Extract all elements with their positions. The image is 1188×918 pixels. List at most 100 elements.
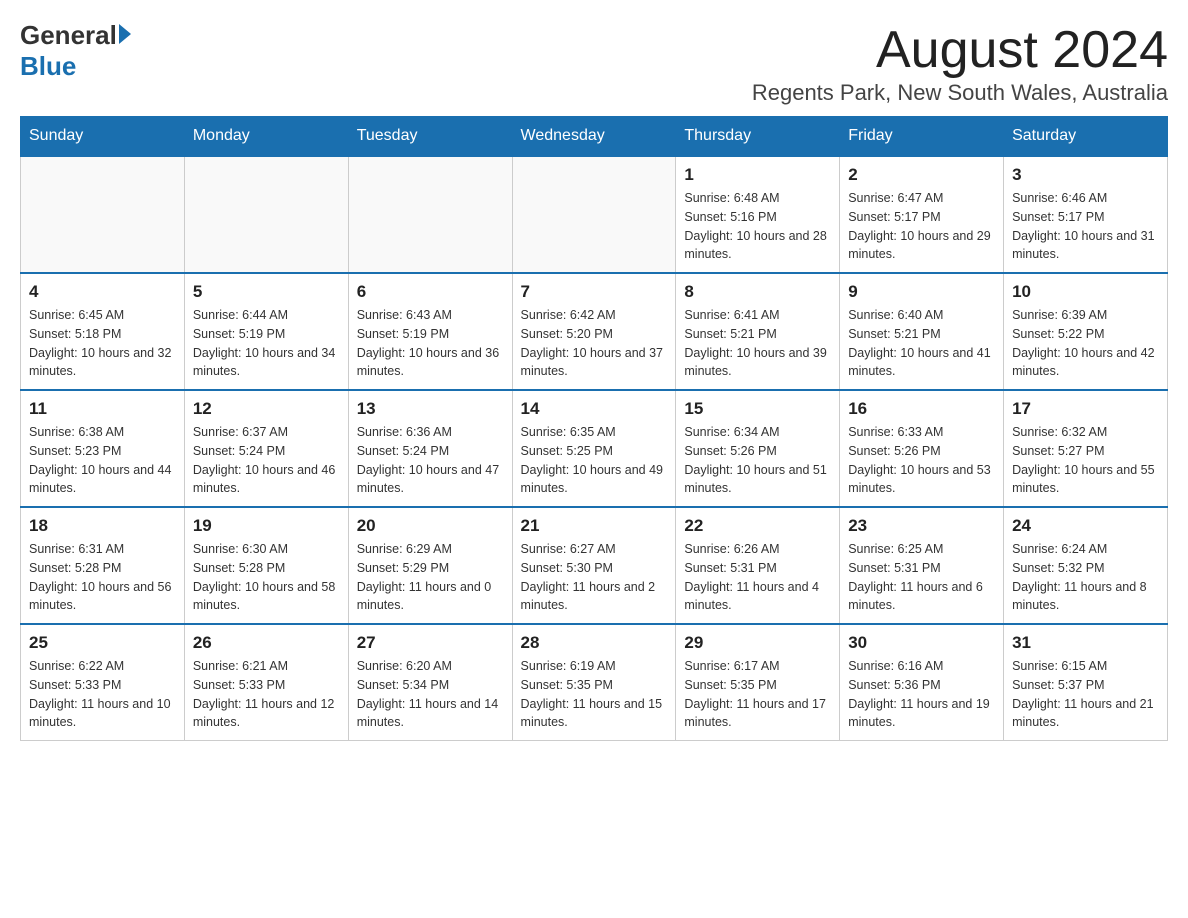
day-number: 15 [684, 399, 831, 419]
calendar-header-saturday: Saturday [1004, 117, 1168, 157]
day-info: Sunrise: 6:32 AM Sunset: 5:27 PM Dayligh… [1012, 423, 1159, 498]
day-number: 28 [521, 633, 668, 653]
day-number: 31 [1012, 633, 1159, 653]
day-number: 11 [29, 399, 176, 419]
calendar-cell: 7 Sunrise: 6:42 AM Sunset: 5:20 PM Daylig… [512, 273, 676, 390]
calendar-header-friday: Friday [840, 117, 1004, 157]
calendar-cell: 28 Sunrise: 6:19 AM Sunset: 5:35 PM Dayli… [512, 624, 676, 741]
calendar-cell: 14 Sunrise: 6:35 AM Sunset: 5:25 PM Dayli… [512, 390, 676, 507]
calendar-cell: 16Sunrise: 6:33 AM Sunset: 5:26 PM Dayli… [840, 390, 1004, 507]
day-info: Sunrise: 6:17 AM Sunset: 5:35 PM Dayligh… [684, 657, 831, 732]
calendar-cell: 3 Sunrise: 6:46 AM Sunset: 5:17 PM Daylig… [1004, 156, 1168, 273]
calendar-cell: 17 Sunrise: 6:32 AM Sunset: 5:27 PM Dayli… [1004, 390, 1168, 507]
calendar-cell: 24 Sunrise: 6:24 AM Sunset: 5:32 PM Dayli… [1004, 507, 1168, 624]
calendar-header-row: SundayMondayTuesdayWednesdayThursdayFrid… [21, 117, 1168, 157]
day-info: Sunrise: 6:39 AM Sunset: 5:22 PM Dayligh… [1012, 306, 1159, 381]
calendar-cell: 20 Sunrise: 6:29 AM Sunset: 5:29 PM Dayli… [348, 507, 512, 624]
day-number: 14 [521, 399, 668, 419]
calendar-cell: 12 Sunrise: 6:37 AM Sunset: 5:24 PM Dayli… [184, 390, 348, 507]
month-title: August 2024 [752, 20, 1168, 80]
day-number: 4 [29, 282, 176, 302]
calendar-cell: 23 Sunrise: 6:25 AM Sunset: 5:31 PM Dayli… [840, 507, 1004, 624]
calendar-header-monday: Monday [184, 117, 348, 157]
week-row-5: 25 Sunrise: 6:22 AM Sunset: 5:33 PM Dayli… [21, 624, 1168, 741]
calendar-cell [512, 156, 676, 273]
day-number: 2 [848, 165, 995, 185]
week-row-1: 1Sunrise: 6:48 AM Sunset: 5:16 PM Daylig… [21, 156, 1168, 273]
day-info: Sunrise: 6:42 AM Sunset: 5:20 PM Dayligh… [521, 306, 668, 381]
day-info: Sunrise: 6:24 AM Sunset: 5:32 PM Dayligh… [1012, 540, 1159, 615]
calendar-cell [348, 156, 512, 273]
day-info: Sunrise: 6:48 AM Sunset: 5:16 PM Dayligh… [684, 189, 831, 264]
week-row-3: 11 Sunrise: 6:38 AM Sunset: 5:23 PM Dayli… [21, 390, 1168, 507]
day-number: 24 [1012, 516, 1159, 536]
day-info: Sunrise: 6:35 AM Sunset: 5:25 PM Dayligh… [521, 423, 668, 498]
calendar-cell: 1Sunrise: 6:48 AM Sunset: 5:16 PM Daylig… [676, 156, 840, 273]
calendar-header-wednesday: Wednesday [512, 117, 676, 157]
day-number: 3 [1012, 165, 1159, 185]
day-info: Sunrise: 6:16 AM Sunset: 5:36 PM Dayligh… [848, 657, 995, 732]
day-info: Sunrise: 6:40 AM Sunset: 5:21 PM Dayligh… [848, 306, 995, 381]
day-info: Sunrise: 6:19 AM Sunset: 5:35 PM Dayligh… [521, 657, 668, 732]
day-number: 18 [29, 516, 176, 536]
day-info: Sunrise: 6:43 AM Sunset: 5:19 PM Dayligh… [357, 306, 504, 381]
title-section: August 2024 Regents Park, New South Wale… [752, 20, 1168, 106]
calendar-cell: 19 Sunrise: 6:30 AM Sunset: 5:28 PM Dayli… [184, 507, 348, 624]
calendar-cell: 31 Sunrise: 6:15 AM Sunset: 5:37 PM Dayli… [1004, 624, 1168, 741]
calendar-cell: 29 Sunrise: 6:17 AM Sunset: 5:35 PM Dayli… [676, 624, 840, 741]
day-number: 22 [684, 516, 831, 536]
day-number: 16 [848, 399, 995, 419]
calendar-cell [184, 156, 348, 273]
day-number: 21 [521, 516, 668, 536]
location-title: Regents Park, New South Wales, Australia [752, 80, 1168, 106]
day-info: Sunrise: 6:26 AM Sunset: 5:31 PM Dayligh… [684, 540, 831, 615]
calendar-cell: 22 Sunrise: 6:26 AM Sunset: 5:31 PM Dayli… [676, 507, 840, 624]
day-info: Sunrise: 6:20 AM Sunset: 5:34 PM Dayligh… [357, 657, 504, 732]
day-number: 23 [848, 516, 995, 536]
day-number: 5 [193, 282, 340, 302]
day-number: 30 [848, 633, 995, 653]
day-info: Sunrise: 6:47 AM Sunset: 5:17 PM Dayligh… [848, 189, 995, 264]
day-info: Sunrise: 6:31 AM Sunset: 5:28 PM Dayligh… [29, 540, 176, 615]
day-info: Sunrise: 6:37 AM Sunset: 5:24 PM Dayligh… [193, 423, 340, 498]
logo-general-text: General [20, 20, 117, 51]
calendar-cell: 6Sunrise: 6:43 AM Sunset: 5:19 PM Daylig… [348, 273, 512, 390]
day-number: 7 [521, 282, 668, 302]
day-info: Sunrise: 6:38 AM Sunset: 5:23 PM Dayligh… [29, 423, 176, 498]
day-info: Sunrise: 6:21 AM Sunset: 5:33 PM Dayligh… [193, 657, 340, 732]
day-info: Sunrise: 6:46 AM Sunset: 5:17 PM Dayligh… [1012, 189, 1159, 264]
day-info: Sunrise: 6:30 AM Sunset: 5:28 PM Dayligh… [193, 540, 340, 615]
page-header: General Blue August 2024 Regents Park, N… [20, 20, 1168, 106]
day-number: 26 [193, 633, 340, 653]
calendar-cell [21, 156, 185, 273]
calendar-cell: 21 Sunrise: 6:27 AM Sunset: 5:30 PM Dayli… [512, 507, 676, 624]
day-number: 17 [1012, 399, 1159, 419]
day-number: 13 [357, 399, 504, 419]
calendar-header-sunday: Sunday [21, 117, 185, 157]
day-number: 29 [684, 633, 831, 653]
day-number: 8 [684, 282, 831, 302]
calendar-cell: 9Sunrise: 6:40 AM Sunset: 5:21 PM Daylig… [840, 273, 1004, 390]
logo: General Blue [20, 20, 131, 82]
calendar-cell: 5 Sunrise: 6:44 AM Sunset: 5:19 PM Daylig… [184, 273, 348, 390]
day-info: Sunrise: 6:29 AM Sunset: 5:29 PM Dayligh… [357, 540, 504, 615]
day-info: Sunrise: 6:27 AM Sunset: 5:30 PM Dayligh… [521, 540, 668, 615]
logo-blue-text: Blue [20, 51, 76, 81]
day-info: Sunrise: 6:25 AM Sunset: 5:31 PM Dayligh… [848, 540, 995, 615]
day-info: Sunrise: 6:36 AM Sunset: 5:24 PM Dayligh… [357, 423, 504, 498]
calendar-cell: 8 Sunrise: 6:41 AM Sunset: 5:21 PM Daylig… [676, 273, 840, 390]
calendar-cell: 15 Sunrise: 6:34 AM Sunset: 5:26 PM Dayli… [676, 390, 840, 507]
day-info: Sunrise: 6:44 AM Sunset: 5:19 PM Dayligh… [193, 306, 340, 381]
day-info: Sunrise: 6:34 AM Sunset: 5:26 PM Dayligh… [684, 423, 831, 498]
day-info: Sunrise: 6:41 AM Sunset: 5:21 PM Dayligh… [684, 306, 831, 381]
day-number: 20 [357, 516, 504, 536]
day-info: Sunrise: 6:22 AM Sunset: 5:33 PM Dayligh… [29, 657, 176, 732]
day-number: 25 [29, 633, 176, 653]
day-number: 12 [193, 399, 340, 419]
calendar-header-tuesday: Tuesday [348, 117, 512, 157]
day-info: Sunrise: 6:15 AM Sunset: 5:37 PM Dayligh… [1012, 657, 1159, 732]
calendar-cell: 10Sunrise: 6:39 AM Sunset: 5:22 PM Dayli… [1004, 273, 1168, 390]
week-row-4: 18 Sunrise: 6:31 AM Sunset: 5:28 PM Dayli… [21, 507, 1168, 624]
day-number: 19 [193, 516, 340, 536]
calendar-cell: 18 Sunrise: 6:31 AM Sunset: 5:28 PM Dayli… [21, 507, 185, 624]
